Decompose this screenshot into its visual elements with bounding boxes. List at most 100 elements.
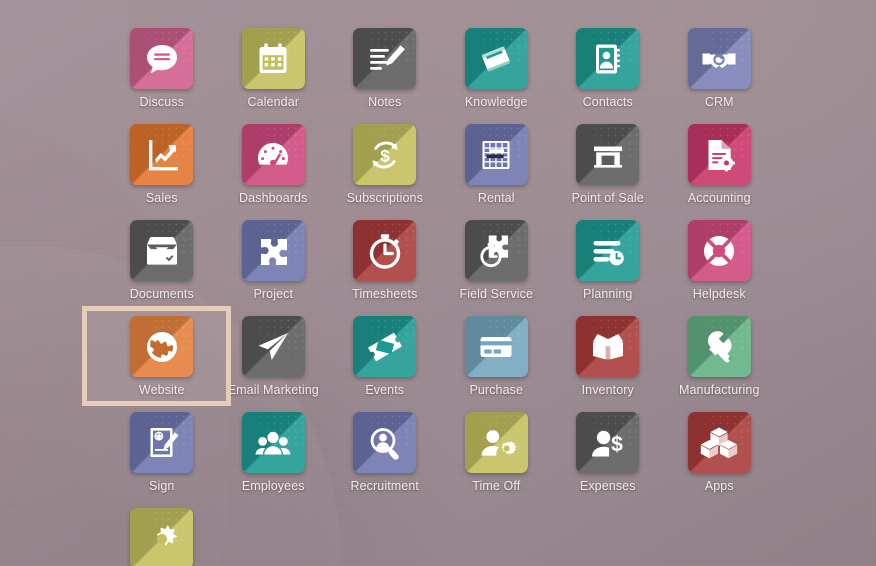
app-label-crm: CRM — [704, 95, 734, 109]
app-label-subscriptions: Subscriptions — [346, 191, 423, 205]
field-service-tile-background — [464, 220, 528, 281]
inventory-tile-background — [576, 316, 640, 377]
apps-tile-background — [687, 412, 751, 473]
app-tile-manufacturing[interactable]: Manufacturing — [664, 308, 776, 404]
manufacturing-wrench-icon — [699, 327, 739, 367]
app-label-helpdesk: Helpdesk — [692, 287, 746, 301]
sales-chart-icon — [142, 135, 182, 175]
app-label-point-of-sale: Point of Sale — [571, 191, 644, 205]
app-tile-project[interactable]: Project — [218, 212, 330, 308]
contacts-icon — [588, 39, 628, 79]
app-label-documents: Documents — [129, 287, 194, 301]
crm-handshake-icon — [699, 39, 739, 79]
app-tile-discuss[interactable]: Discuss — [106, 20, 218, 116]
app-tile-expenses[interactable]: $ Expenses — [552, 404, 664, 500]
subscriptions-icon: $ — [365, 135, 405, 175]
rental-tile-background — [464, 124, 528, 185]
timesheets-timer-icon — [365, 231, 405, 271]
knowledge-tile-background — [464, 28, 528, 89]
sales-tile-background — [130, 124, 194, 185]
app-grid: Discuss Calendar Notes Knowledge Contacts CRM… — [106, 20, 774, 566]
purchase-card-icon — [476, 327, 516, 367]
contacts-tile-background — [576, 28, 640, 89]
events-tile-background — [353, 316, 417, 377]
app-label-notes: Notes — [368, 95, 402, 109]
subscriptions-tile-background: $ — [353, 124, 417, 185]
documents-tile-background — [130, 220, 194, 281]
app-tile-rental[interactable]: Rental — [441, 116, 553, 212]
purchase-tile-background — [464, 316, 528, 377]
website-globe-icon — [142, 327, 182, 367]
app-tile-notes[interactable]: Notes — [329, 20, 441, 116]
settings-tile-background — [130, 508, 194, 566]
app-label-website: Website — [138, 383, 185, 397]
helpdesk-lifering-icon — [699, 231, 739, 271]
timesheets-tile-background — [353, 220, 417, 281]
app-tile-documents[interactable]: Documents — [106, 212, 218, 308]
notes-icon — [365, 39, 405, 79]
app-tile-email-marketing[interactable]: Email Marketing — [218, 308, 330, 404]
app-tile-timesheets[interactable]: Timesheets — [329, 212, 441, 308]
app-label-email-marketing: Email Marketing — [227, 383, 319, 397]
app-label-contacts: Contacts — [582, 95, 633, 109]
notes-tile-background — [353, 28, 417, 89]
rental-calendar-icon — [476, 135, 516, 175]
calendar-tile-background — [241, 28, 305, 89]
sign-document-icon — [142, 423, 182, 463]
app-tile-subscriptions[interactable]: $ Subscriptions — [329, 116, 441, 212]
app-tile-employees[interactable]: Employees — [218, 404, 330, 500]
accounting-tile-background — [687, 124, 751, 185]
app-tile-recruitment[interactable]: Recruitment — [329, 404, 441, 500]
app-tile-calendar[interactable]: Calendar — [218, 20, 330, 116]
documents-icon — [142, 231, 182, 271]
app-label-employees: Employees — [241, 479, 305, 493]
app-tile-crm[interactable]: CRM — [664, 20, 776, 116]
app-tile-dashboards[interactable]: Dashboards — [218, 116, 330, 212]
discuss-icon — [142, 39, 182, 79]
app-tile-point-of-sale[interactable]: Point of Sale — [552, 116, 664, 212]
expenses-tile-background: $ — [576, 412, 640, 473]
app-label-events: Events — [365, 383, 405, 397]
point-of-sale-icon — [588, 135, 628, 175]
app-tile-purchase[interactable]: Purchase — [441, 308, 553, 404]
app-tile-inventory[interactable]: Inventory — [552, 308, 664, 404]
app-label-field-service: Field Service — [459, 287, 534, 301]
apps-blocks-icon — [699, 423, 739, 463]
expenses-icon: $ — [588, 423, 628, 463]
app-tile-contacts[interactable]: Contacts — [552, 20, 664, 116]
app-tile-sign[interactable]: Sign — [106, 404, 218, 500]
employees-tile-background — [241, 412, 305, 473]
app-label-recruitment: Recruitment — [350, 479, 419, 493]
app-tile-settings[interactable] — [106, 500, 218, 566]
app-tile-events[interactable]: Events — [329, 308, 441, 404]
app-tile-apps[interactable]: Apps — [664, 404, 776, 500]
app-label-sales: Sales — [145, 191, 178, 205]
app-tile-sales[interactable]: Sales — [106, 116, 218, 212]
app-tile-website[interactable]: Website — [106, 308, 218, 404]
app-tile-time-off[interactable]: Time Off — [441, 404, 553, 500]
app-label-dashboards: Dashboards — [239, 191, 308, 205]
app-tile-field-service[interactable]: Field Service — [441, 212, 553, 308]
app-label-apps: Apps — [704, 479, 734, 493]
app-label-sign: Sign — [149, 479, 175, 493]
app-label-planning: Planning — [583, 287, 633, 301]
recruitment-search-icon — [365, 423, 405, 463]
app-tile-accounting[interactable]: Accounting — [664, 116, 776, 212]
dashboards-gauge-icon — [253, 135, 293, 175]
email-marketing-icon — [253, 327, 293, 367]
app-label-manufacturing: Manufacturing — [678, 383, 760, 397]
settings-gear-icon — [142, 519, 182, 559]
events-ticket-icon — [365, 327, 405, 367]
app-tile-knowledge[interactable]: Knowledge — [441, 20, 553, 116]
inventory-box-icon — [588, 327, 628, 367]
app-tile-planning[interactable]: Planning — [552, 212, 664, 308]
svg-text:$: $ — [380, 146, 390, 165]
planning-tile-background — [576, 220, 640, 281]
sign-tile-background — [130, 412, 194, 473]
project-tile-background — [241, 220, 305, 281]
dashboards-tile-background — [241, 124, 305, 185]
app-label-purchase: Purchase — [469, 383, 524, 397]
app-label-rental: Rental — [477, 191, 515, 205]
app-label-accounting: Accounting — [687, 191, 751, 205]
app-tile-helpdesk[interactable]: Helpdesk — [664, 212, 776, 308]
